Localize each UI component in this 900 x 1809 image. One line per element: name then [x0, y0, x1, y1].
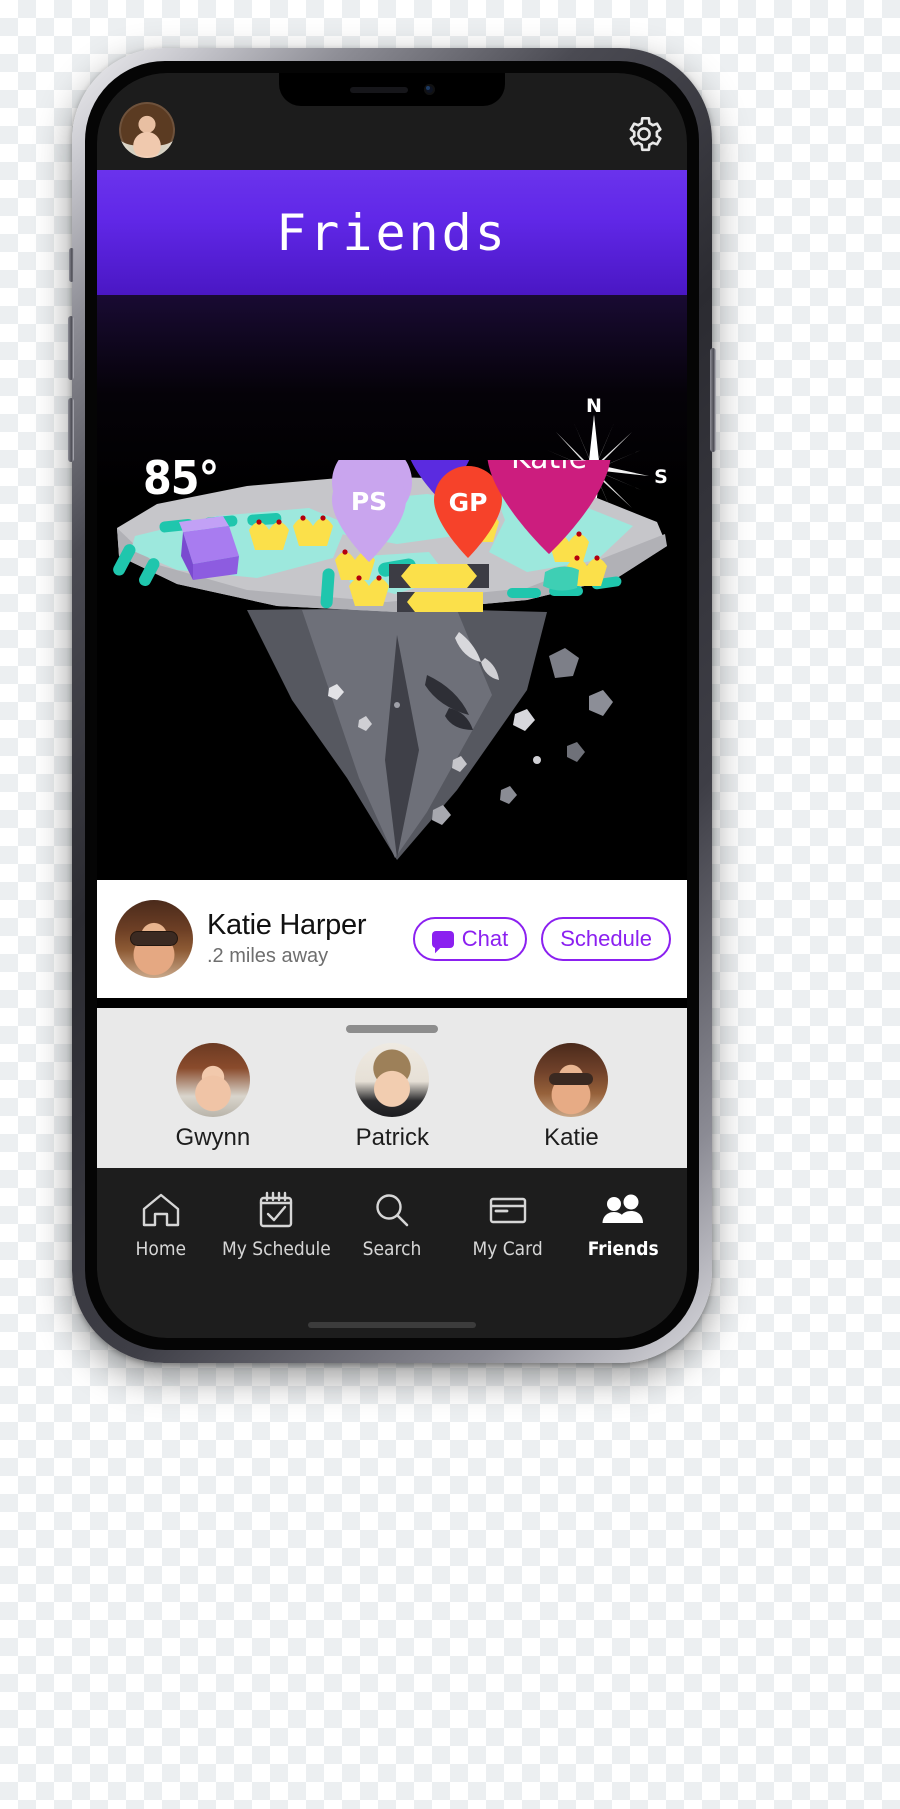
page-title: Friends	[276, 203, 508, 262]
avatar	[175, 1043, 250, 1117]
volume-down-button[interactable]	[68, 398, 74, 462]
tab-friends-label: Friends	[587, 1238, 659, 1260]
floating-island-illustration[interactable]: PS YOU GP Katie	[97, 460, 687, 880]
volume-up-button[interactable]	[68, 316, 74, 380]
friend-name: Gwynn	[175, 1124, 251, 1151]
avatar	[534, 1043, 609, 1117]
friend-distance: .2 miles away	[207, 944, 329, 967]
list-item[interactable]: Patrick	[355, 1043, 430, 1152]
friend-detail-avatar	[115, 900, 193, 978]
gear-icon[interactable]	[623, 113, 665, 155]
front-camera	[423, 84, 435, 95]
chat-button-label: Chat	[461, 926, 509, 951]
festival-map[interactable]: 85° N S PS GP	[97, 295, 687, 880]
tab-friends[interactable]: Friends	[568, 1190, 678, 1260]
avatar	[355, 1043, 430, 1117]
power-button[interactable]	[710, 348, 716, 452]
bottom-tab-bar: Home My Schedule Search My Card Friends	[97, 1168, 687, 1338]
friend-detail-text: Katie Harper .2 miles away	[207, 909, 399, 968]
friends-list: Gwynn Patrick Katie	[97, 1033, 687, 1152]
phone-device: Friends 85° N S PS GP Katie Harper .2 mi…	[68, 48, 716, 1363]
home-indicator[interactable]	[308, 1322, 476, 1328]
list-item[interactable]: Katie	[534, 1043, 609, 1152]
calendar-icon	[260, 1191, 293, 1228]
tab-home[interactable]: Home	[106, 1190, 216, 1260]
tab-my-card[interactable]: My Card	[453, 1190, 563, 1260]
chat-bubble-icon	[431, 930, 454, 948]
earpiece-speaker	[349, 86, 408, 93]
tab-home-label: Home	[135, 1238, 187, 1260]
tab-my-schedule[interactable]: My Schedule	[221, 1190, 331, 1260]
compass-north-label: N	[586, 395, 602, 417]
mute-switch[interactable]	[69, 248, 74, 282]
friend-name: Katie Harper	[207, 909, 367, 942]
friends-drawer[interactable]: Gwynn Patrick Katie	[97, 1008, 687, 1168]
schedule-button[interactable]: Schedule	[541, 917, 671, 961]
page-title-banner: Friends	[97, 170, 687, 295]
map-pin-katie-label: Katie	[511, 460, 587, 476]
home-icon	[142, 1193, 179, 1227]
schedule-button-label: Schedule	[560, 926, 652, 951]
booth-row	[389, 564, 489, 612]
card-icon	[489, 1197, 526, 1224]
drag-handle[interactable]	[346, 1025, 438, 1033]
avatar[interactable]	[119, 102, 175, 158]
tab-search-label: Search	[362, 1238, 422, 1260]
chat-button[interactable]: Chat	[412, 917, 528, 961]
canvas: { "app": { "header": { "avatar": "user-a…	[0, 0, 900, 1809]
list-item[interactable]: Gwynn	[175, 1043, 251, 1152]
friend-name: Katie	[544, 1124, 599, 1151]
tab-my-schedule-label: My Schedule	[221, 1238, 331, 1260]
phone-screen: Friends 85° N S PS GP Katie Harper .2 mi…	[97, 73, 687, 1338]
people-icon	[602, 1194, 644, 1223]
notch	[279, 73, 505, 106]
tab-search[interactable]: Search	[337, 1190, 447, 1260]
search-icon	[376, 1194, 409, 1227]
friend-detail-card[interactable]: Katie Harper .2 miles away Chat Schedule	[97, 880, 687, 998]
phone-bezel: Friends 85° N S PS GP Katie Harper .2 mi…	[85, 61, 699, 1350]
tab-my-card-label: My Card	[472, 1238, 543, 1260]
island-underside	[247, 608, 547, 860]
map-pin-gp-label: GP	[449, 488, 488, 517]
map-pin-ps-label: PS	[351, 487, 387, 516]
friend-name: Patrick	[355, 1124, 430, 1151]
